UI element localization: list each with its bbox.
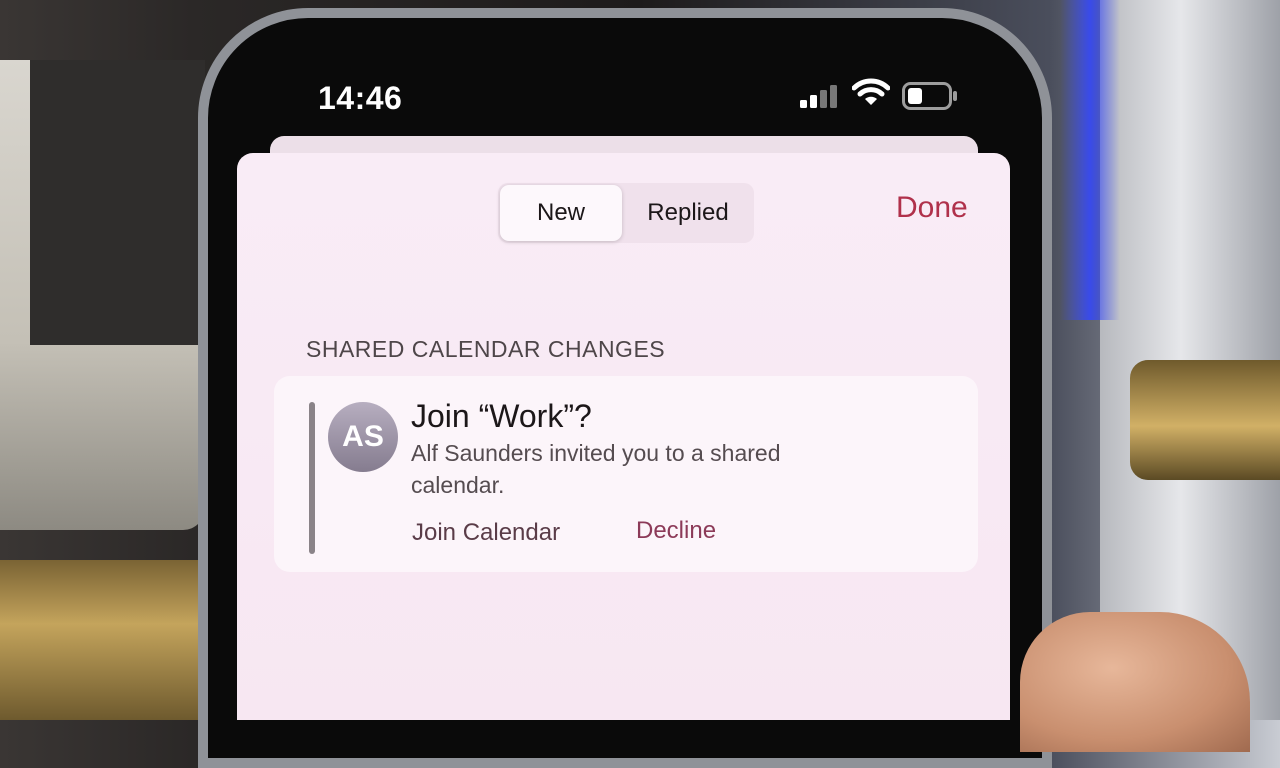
invitation-body: Alf Saunders invited you to a shared cal… (411, 440, 781, 498)
signal-icon (800, 85, 837, 108)
tab-new[interactable]: New (500, 185, 622, 241)
calendar-color-bar (309, 402, 315, 554)
status-time: 14:46 (318, 80, 403, 116)
status-icons (800, 78, 960, 112)
invitation-title: Join “Work”? (411, 398, 592, 434)
done-button[interactable]: Done (896, 191, 968, 225)
join-calendar-button[interactable]: Join Calendar (412, 519, 560, 547)
segmented-control: New Replied (498, 183, 754, 243)
background-phone-left (0, 60, 205, 530)
background-gold-device (0, 560, 205, 720)
wifi-icon (852, 78, 890, 105)
battery-icon (902, 82, 957, 110)
tab-replied[interactable]: Replied (626, 185, 750, 241)
section-header: SHARED CALENDAR CHANGES (306, 336, 666, 362)
avatar: AS (328, 402, 398, 472)
background-gold-ring (1130, 360, 1280, 480)
background-blue-light (1060, 0, 1120, 320)
background-phone-screen (30, 60, 205, 345)
decline-button[interactable]: Decline (636, 517, 716, 545)
finger (1020, 612, 1250, 752)
